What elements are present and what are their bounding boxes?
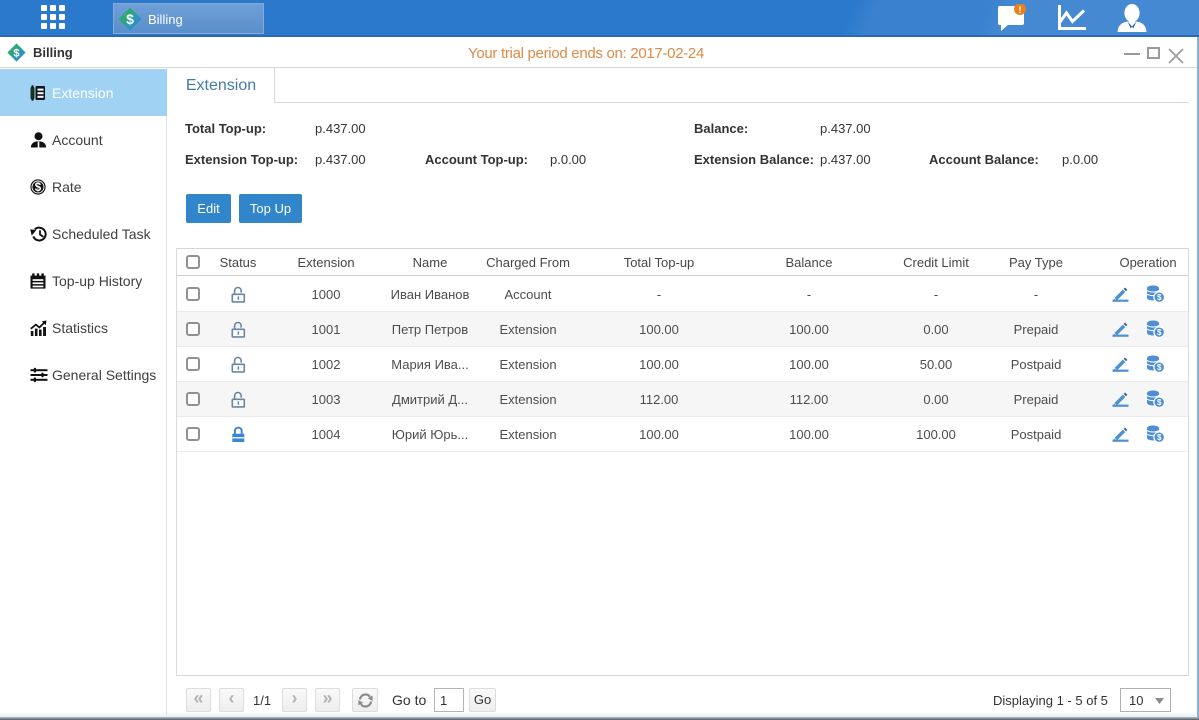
svg-text:$: $ [35, 182, 42, 194]
svg-text:$: $ [13, 47, 19, 59]
svg-text:!: ! [1019, 5, 1022, 15]
svg-text:$: $ [126, 11, 134, 27]
